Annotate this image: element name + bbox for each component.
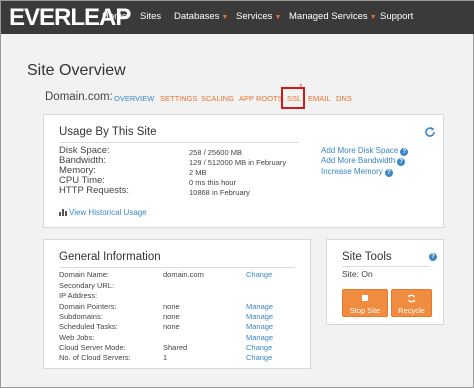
general-row-scheduled-tasks: Scheduled Tasks: none Manage [59, 322, 289, 332]
change-cloud-server-mode-link[interactable]: Change [246, 343, 272, 353]
general-row-subdomains: Subdomains: none Manage [59, 312, 289, 322]
manage-web-jobs-link[interactable]: Manage [246, 333, 273, 343]
usage-label: HTTP Requests: [59, 185, 130, 196]
stop-icon [343, 294, 387, 304]
increase-memory-link[interactable]: Increase Memory? [321, 167, 393, 177]
manage-scheduled-tasks-link[interactable]: Manage [246, 322, 273, 332]
recycle-icon [392, 294, 431, 304]
view-historical-usage-link[interactable]: View Historical Usage [59, 208, 147, 218]
nav-services-label: Services [236, 11, 273, 22]
nav-managed-services[interactable]: Managed Services ▼ [289, 11, 377, 24]
bar-chart-icon [59, 209, 67, 216]
general-value: 1 [163, 353, 168, 362]
increase-memory-label: Increase Memory [321, 167, 383, 176]
help-icon[interactable]: ? [397, 158, 406, 166]
general-row-secondary-url: Secondary URL: [59, 281, 289, 291]
general-row-cloud-server-mode: Cloud Server Mode: Shared Change [59, 343, 289, 353]
general-row-domain-name: Domain Name: domain.com Change [59, 270, 289, 280]
stop-site-label: Stop Site [349, 306, 381, 315]
nav-databases[interactable]: Databases ▼ [174, 11, 228, 24]
general-label: Scheduled Tasks: [59, 322, 118, 331]
general-label: Cloud Server Mode: [59, 343, 126, 352]
general-row-ip-address: IP Address: [59, 291, 289, 301]
general-value: domain.com [163, 270, 204, 279]
nav-support-label: Support [380, 11, 414, 22]
nav-home-label: Home [102, 11, 128, 22]
general-value: none [163, 312, 180, 321]
manage-subdomains-link[interactable]: Manage [246, 312, 273, 322]
tab-email[interactable]: EMAIL [308, 94, 331, 104]
chevron-down-icon: ▼ [221, 14, 229, 21]
general-label: No. of Cloud Servers: [59, 353, 131, 362]
add-bandwidth-link[interactable]: Add More Bandwidth? [321, 156, 406, 166]
nav-home[interactable]: Home [102, 11, 127, 23]
change-domain-name-link[interactable]: Change [246, 270, 272, 280]
site-status: Site: On [342, 269, 373, 279]
general-info-title: General Information [59, 251, 161, 263]
nav-sites[interactable]: Sites [140, 11, 161, 23]
chevron-down-icon: ▼ [274, 14, 282, 21]
general-info-divider [59, 267, 295, 268]
chevron-down-icon: ▼ [369, 14, 377, 21]
site-tools-divider [342, 266, 430, 267]
general-label: Domain Name: [59, 270, 110, 279]
add-bandwidth-label: Add More Bandwidth [321, 156, 396, 165]
general-label: Web Jobs: [59, 333, 95, 342]
general-row-domain-pointers: Domain Pointers: none Manage [59, 302, 289, 312]
usage-divider [59, 142, 299, 143]
help-icon[interactable]: ? [400, 148, 409, 156]
add-disk-space-link[interactable]: Add More Disk Space? [321, 146, 409, 156]
domain-label: Domain.com: [45, 91, 113, 103]
change-cloud-servers-link[interactable]: Change [246, 353, 272, 363]
help-icon[interactable]: ? [384, 169, 393, 177]
nav-services[interactable]: Services ▼ [236, 11, 281, 24]
usage-row-http-requests: HTTP Requests: 10868 in February [59, 185, 259, 197]
general-label: IP Address: [59, 291, 98, 300]
refresh-icon[interactable] [424, 126, 436, 138]
nav-support[interactable]: Support [380, 11, 413, 23]
nav-managed-services-label: Managed Services [289, 11, 368, 22]
usage-value: 10868 in February [189, 188, 250, 197]
tab-overview[interactable]: OVERVIEW [114, 94, 154, 104]
nav-databases-label: Databases [174, 11, 220, 22]
general-value: none [163, 302, 180, 311]
manage-domain-pointers-link[interactable]: Manage [246, 302, 273, 312]
general-row-cloud-servers: No. of Cloud Servers: 1 Change [59, 353, 289, 363]
stop-site-button[interactable]: Stop Site [342, 289, 388, 317]
highlight-number: 1 [299, 84, 303, 91]
general-label: Domain Pointers: [59, 302, 117, 311]
general-value: Shared [163, 343, 188, 352]
site-tools-title: Site Tools [342, 251, 392, 263]
page-title: Site Overview [27, 62, 126, 79]
top-navbar: EVERLEAP Home Sites Databases ▼ Services ▼… [1, 1, 474, 34]
general-value: none [163, 322, 180, 331]
general-row-web-jobs: Web Jobs: Manage [59, 333, 289, 343]
tab-scaling[interactable]: SCALING [201, 94, 234, 104]
tab-settings[interactable]: SETTINGS [160, 94, 198, 104]
tab-dns[interactable]: DNS [336, 94, 352, 104]
usage-panel-title: Usage By This Site [59, 126, 157, 138]
add-disk-space-label: Add More Disk Space [321, 146, 399, 155]
recycle-button[interactable]: Recycle [391, 289, 432, 317]
recycle-label: Recycle [398, 306, 425, 315]
nav-sites-label: Sites [140, 11, 162, 22]
site-tools-help-icon[interactable]: ? [429, 253, 437, 261]
general-label: Secondary URL: [59, 281, 115, 290]
general-label: Subdomains: [59, 312, 103, 321]
tab-app-roots[interactable]: APP ROOTS [239, 94, 283, 104]
view-historical-usage-label: View Historical Usage [69, 208, 147, 217]
